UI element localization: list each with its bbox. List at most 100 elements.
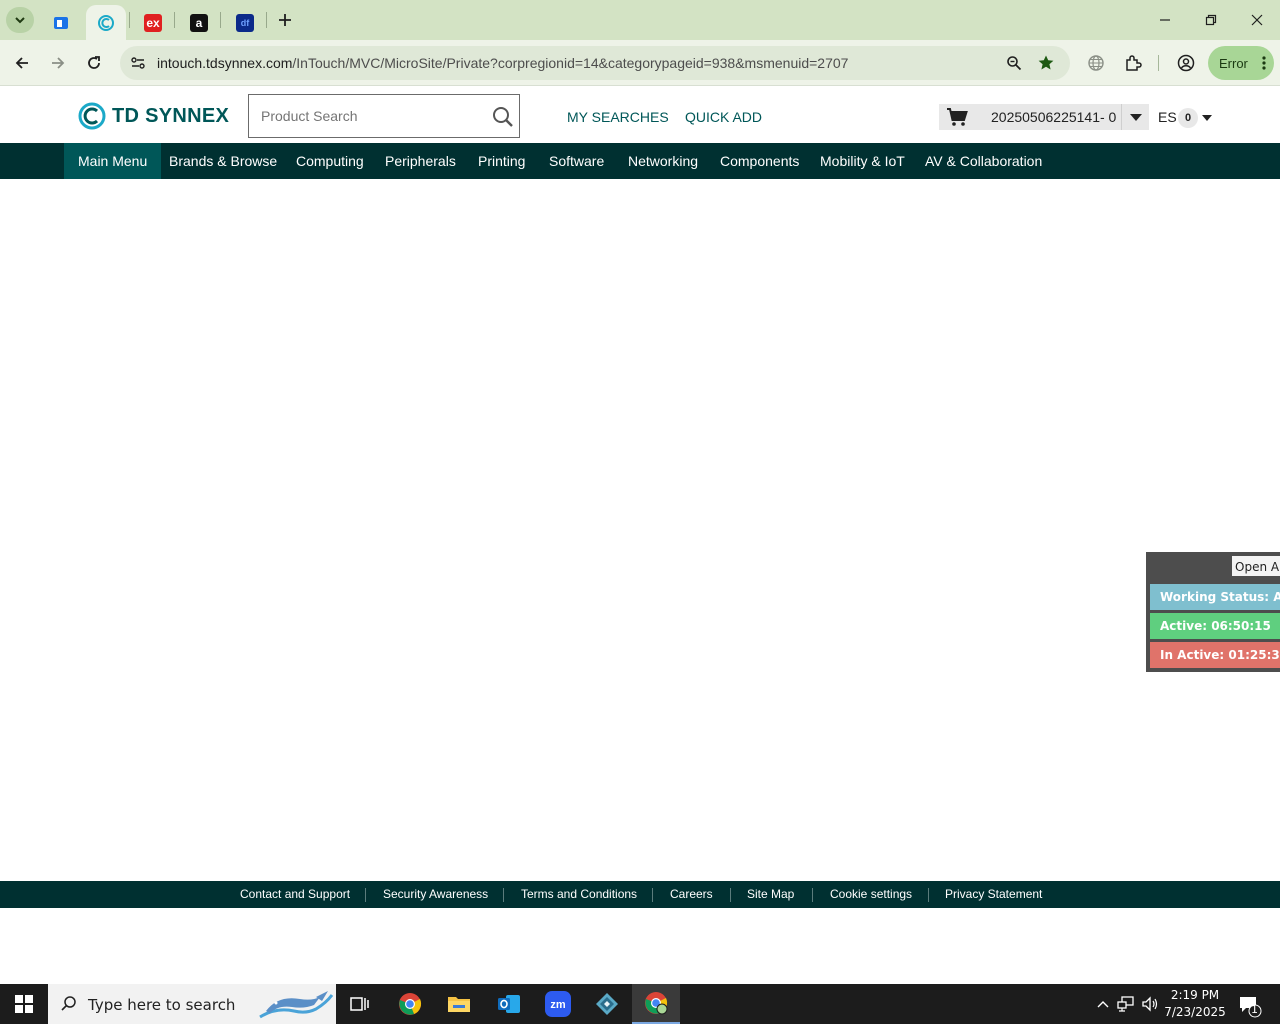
restore-icon: [1205, 14, 1217, 26]
taskbar-file-explorer[interactable]: [435, 984, 483, 1024]
td-synnex-logo[interactable]: TD SYNNEX: [78, 102, 229, 130]
profile-error-button[interactable]: Error: [1208, 46, 1274, 80]
footer-separator: [812, 888, 813, 902]
url-text: intouch.tdsynnex.com/InTouch/MVC/MicroSi…: [157, 55, 848, 71]
language-caret-down-icon[interactable]: [1201, 114, 1213, 122]
amazon-favicon-icon: a: [190, 13, 208, 32]
nav-computing[interactable]: Computing: [296, 143, 364, 179]
nav-av-collaboration[interactable]: AV & Collaboration: [925, 143, 1042, 179]
notification-center-button[interactable]: 1: [1236, 992, 1262, 1018]
nav-networking[interactable]: Networking: [628, 143, 698, 179]
bookmark-star-icon[interactable]: [1036, 53, 1056, 73]
browser-tab-1[interactable]: [42, 5, 80, 40]
chrome-profile-icon: [645, 992, 668, 1015]
address-bar[interactable]: intouch.tdsynnex.com/InTouch/MVC/MicroSi…: [120, 46, 1070, 80]
taskbar-chrome-active[interactable]: [632, 984, 680, 1024]
folder-icon: [448, 997, 470, 1012]
plus-icon: [279, 14, 291, 26]
chevron-up-icon: [1097, 1001, 1109, 1008]
active-time-row: Active: 06:50:15: [1150, 613, 1280, 639]
browser-tab-amazon[interactable]: a: [180, 5, 218, 40]
extensions-puzzle-icon[interactable]: [1122, 52, 1144, 74]
taskbar-search-box[interactable]: Type here to search: [48, 984, 336, 1024]
url-host: intouch.tdsynnex.com: [157, 55, 293, 71]
nav-software[interactable]: Software: [549, 143, 604, 179]
quick-add-link[interactable]: QUICK ADD: [685, 109, 762, 125]
translate-globe-icon[interactable]: [1085, 52, 1107, 74]
reload-button[interactable]: [82, 51, 106, 75]
main-navigation: Main Menu Brands & Browse Computing Peri…: [0, 143, 1280, 179]
network-status-button[interactable]: [1117, 994, 1135, 1014]
tab-search-button[interactable]: [6, 7, 34, 33]
nav-brands-browse[interactable]: Brands & Browse: [169, 143, 277, 179]
network-icon: [1117, 996, 1134, 1012]
chrome-icon: [399, 993, 422, 1015]
tab-separator: [129, 12, 130, 28]
zoom-icon[interactable]: [1004, 53, 1024, 73]
site-info-icon[interactable]: [128, 53, 148, 73]
zoom-app-icon: zm: [545, 991, 571, 1017]
nav-printing[interactable]: Printing: [478, 143, 525, 179]
open-app-button[interactable]: Open Ap: [1232, 556, 1280, 576]
browser-tab-ex[interactable]: ex: [134, 5, 172, 40]
volume-button[interactable]: [1141, 994, 1159, 1014]
nav-peripherals[interactable]: Peripherals: [385, 143, 456, 179]
working-status-widget: Open Ap Working Status: Activ Active: 06…: [1146, 552, 1280, 672]
taskbar-zoom[interactable]: zm: [534, 984, 582, 1024]
inactive-time-row: In Active: 01:25:36: [1150, 642, 1280, 668]
my-searches-link[interactable]: MY SEARCHES: [567, 109, 669, 125]
windows-taskbar: Type here to search zm 2:19 PM 7/23/2025…: [0, 984, 1280, 1024]
cart-selector[interactable]: 20250506225141- 0: [939, 104, 1149, 130]
cart-number: 20250506225141- 0: [991, 109, 1117, 125]
language-count-badge: 0: [1178, 108, 1198, 128]
nav-main-menu[interactable]: Main Menu: [64, 143, 162, 179]
cart-dropdown-button[interactable]: [1121, 104, 1149, 130]
footer-contact-support[interactable]: Contact and Support: [240, 887, 350, 901]
notification-count: 1: [1251, 1003, 1258, 1016]
minimize-button[interactable]: [1153, 8, 1177, 32]
task-view-button[interactable]: [336, 984, 384, 1024]
browser-toolbar: intouch.tdsynnex.com/InTouch/MVC/MicroSi…: [0, 40, 1280, 86]
footer-separator: [928, 888, 929, 902]
forward-button[interactable]: [46, 51, 70, 75]
error-label: Error: [1219, 55, 1248, 71]
footer-security-awareness[interactable]: Security Awareness: [383, 887, 488, 901]
url-path: /InTouch/MVC/MicroSite/Private?corpregio…: [292, 55, 849, 71]
ex-favicon-icon: ex: [144, 13, 162, 32]
browser-tab-df[interactable]: df: [226, 5, 264, 40]
product-search-input[interactable]: [249, 95, 485, 137]
show-hidden-icons-button[interactable]: [1094, 994, 1112, 1014]
nav-mobility-iot[interactable]: Mobility & IoT: [820, 143, 905, 179]
footer-separator: [503, 888, 504, 902]
footer-privacy-statement[interactable]: Privacy Statement: [945, 887, 1042, 901]
windows-logo-icon: [15, 995, 33, 1013]
tab-separator: [266, 12, 267, 28]
chevron-down-icon: [15, 17, 25, 24]
profile-avatar-icon[interactable]: [1175, 52, 1197, 74]
footer-cookie-settings[interactable]: Cookie settings: [830, 887, 912, 901]
footer-careers[interactable]: Careers: [670, 887, 713, 901]
footer-site-map[interactable]: Site Map: [747, 887, 794, 901]
minimize-icon: [1160, 19, 1170, 21]
taskbar-outlook[interactable]: [485, 984, 533, 1024]
browser-tab-tdsynnex[interactable]: [86, 5, 126, 40]
nav-components[interactable]: Components: [720, 143, 799, 179]
close-window-button[interactable]: [1245, 8, 1269, 32]
taskbar-chrome[interactable]: [386, 984, 434, 1024]
system-clock[interactable]: 2:19 PM 7/23/2025: [1160, 987, 1230, 1021]
outlook-icon: [498, 995, 520, 1013]
svg-text:zm: zm: [550, 999, 566, 1011]
working-status-row: Working Status: Activ: [1150, 584, 1280, 610]
search-icon[interactable]: [491, 105, 515, 129]
new-tab-button[interactable]: [274, 9, 296, 31]
language-selector[interactable]: ES: [1158, 109, 1177, 125]
arrow-left-icon: [15, 57, 28, 69]
taskbar-app-diamond[interactable]: [583, 984, 631, 1024]
clock-date: 7/23/2025: [1164, 1005, 1226, 1019]
footer-terms-conditions[interactable]: Terms and Conditions: [521, 887, 637, 901]
site-header: TD SYNNEX MY SEARCHES QUICK ADD 20250506…: [0, 87, 1280, 143]
back-button[interactable]: [10, 51, 34, 75]
start-button[interactable]: [0, 984, 48, 1024]
restore-button[interactable]: [1199, 8, 1223, 32]
diamond-app-icon: [596, 993, 618, 1015]
